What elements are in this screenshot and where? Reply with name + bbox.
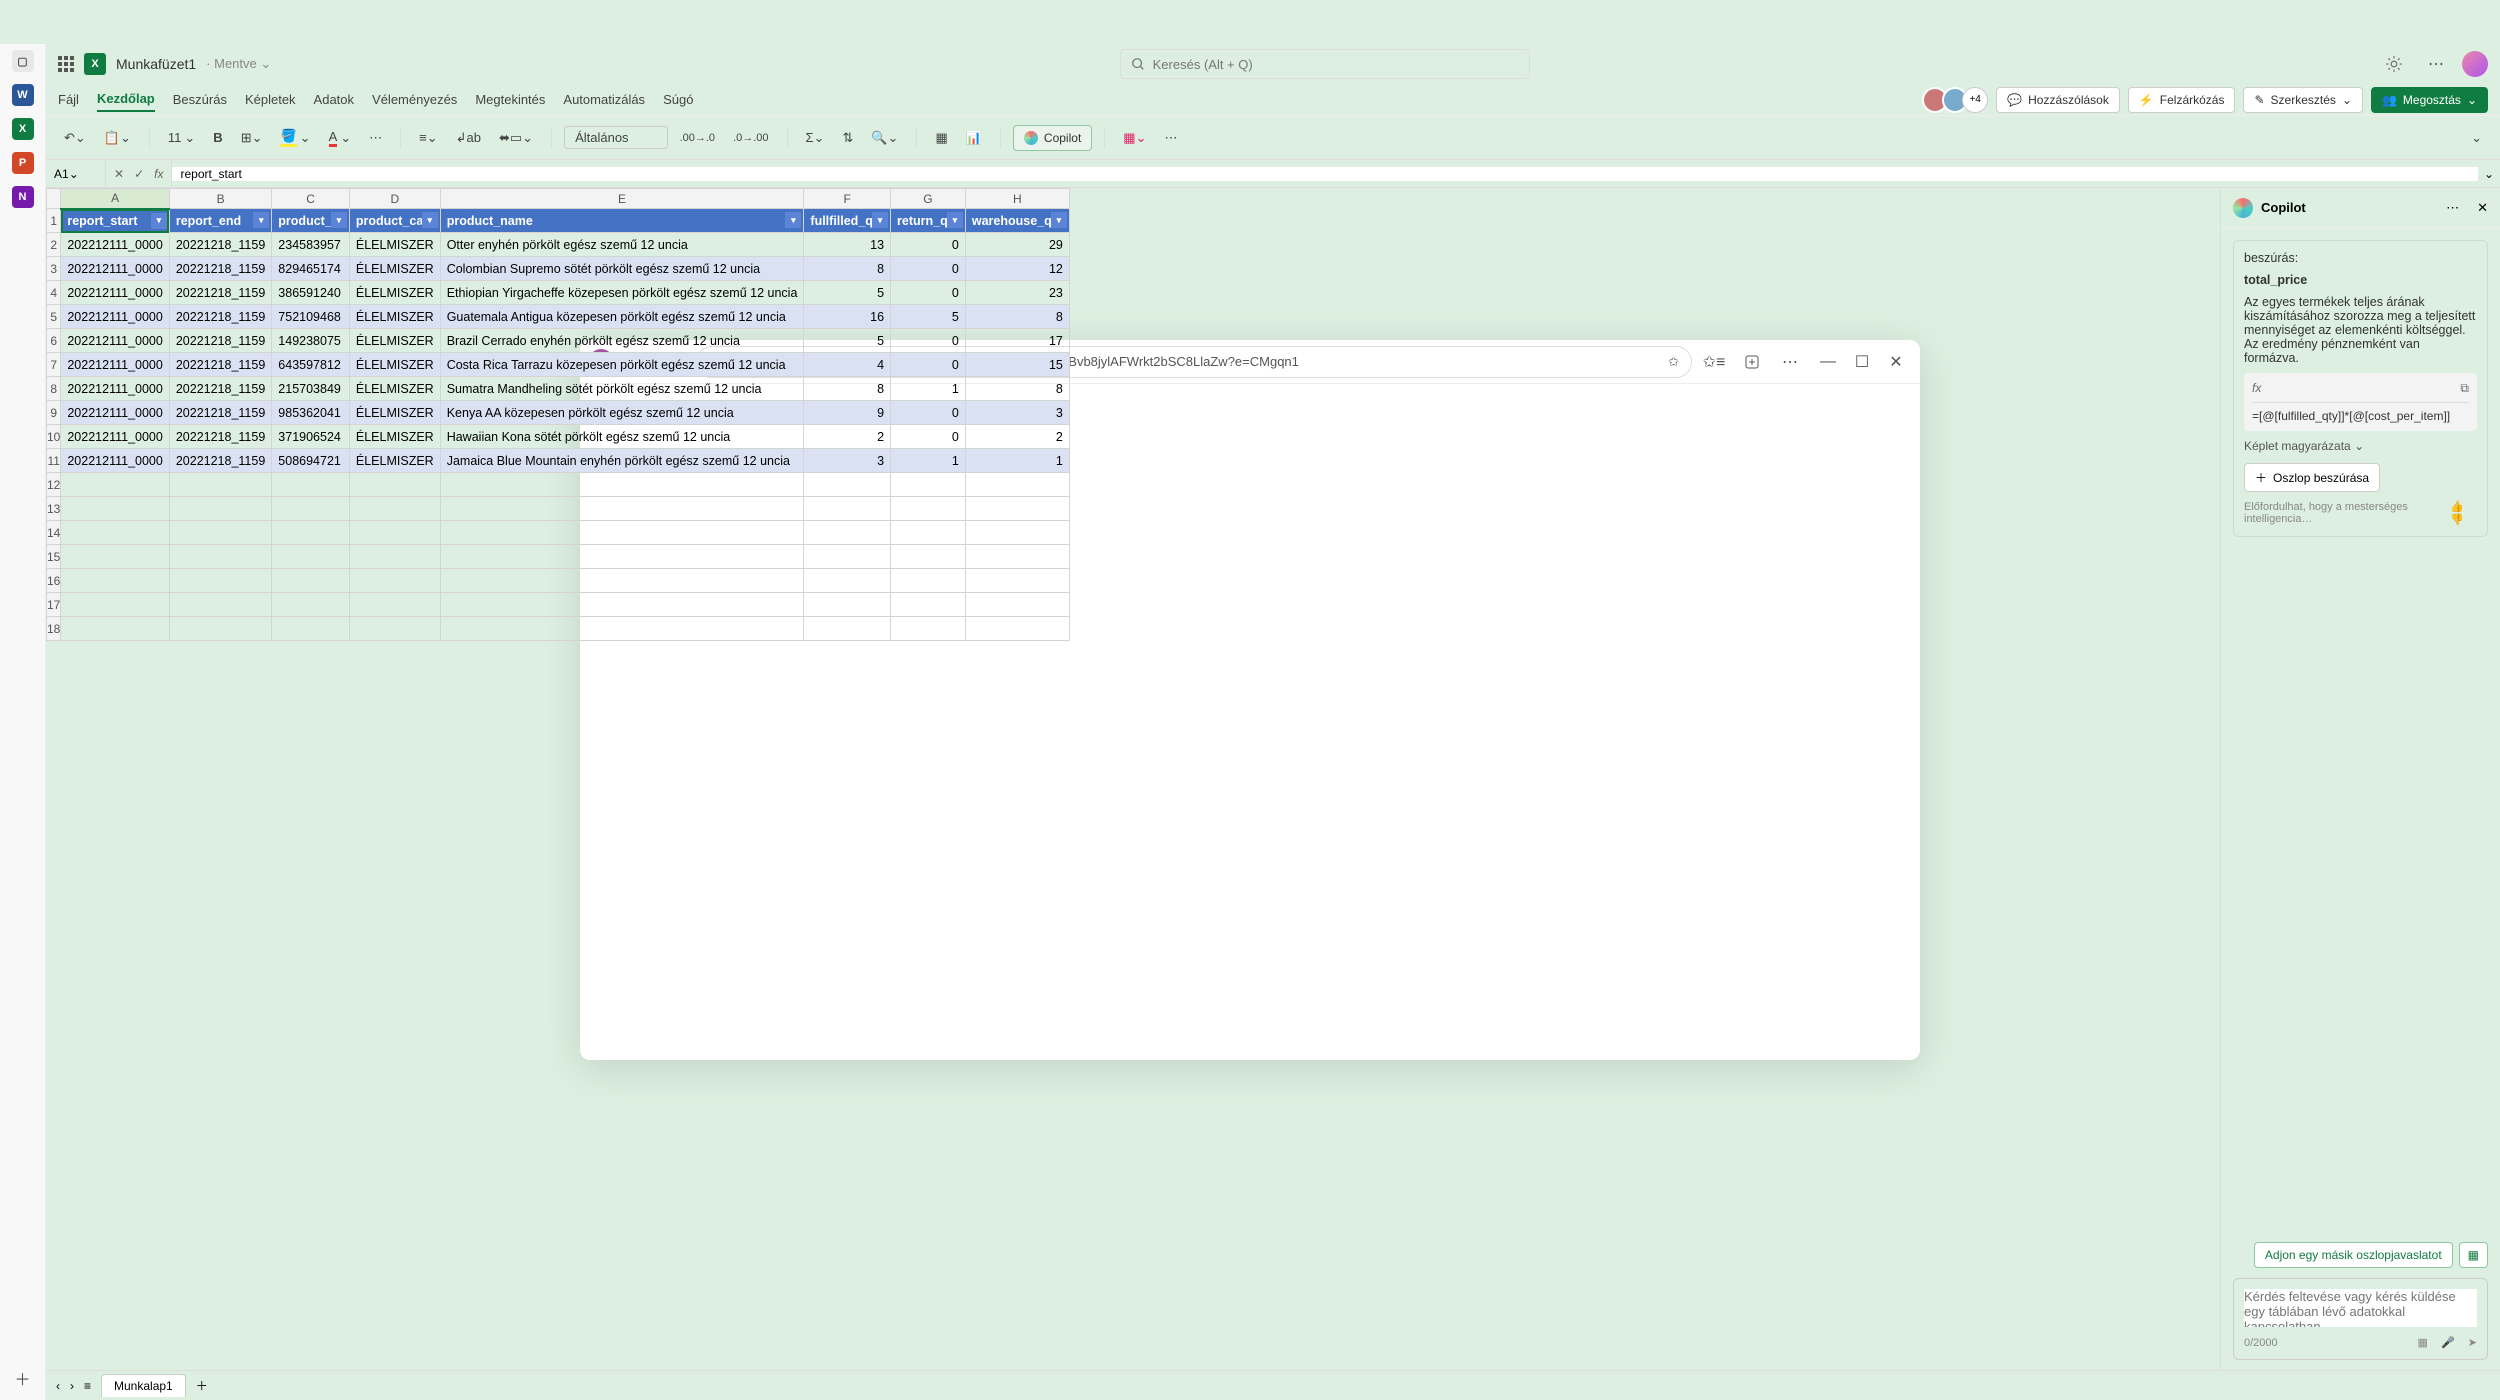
cell[interactable]: [891, 521, 966, 545]
cell[interactable]: 3: [965, 401, 1069, 425]
cell[interactable]: 1: [891, 449, 966, 473]
cell[interactable]: 4: [804, 353, 891, 377]
cell[interactable]: [804, 473, 891, 497]
cell[interactable]: [965, 473, 1069, 497]
cell[interactable]: 1: [965, 449, 1069, 473]
cell[interactable]: [580, 593, 804, 617]
cell[interactable]: 0: [891, 425, 966, 449]
cell[interactable]: [580, 473, 804, 497]
cell[interactable]: [891, 473, 966, 497]
cell[interactable]: [804, 545, 891, 569]
cell[interactable]: 0: [891, 340, 966, 353]
cell[interactable]: [580, 497, 804, 521]
cell[interactable]: [580, 521, 804, 545]
cell[interactable]: Sumatra Mandheling sötét pörkölt egész s…: [580, 377, 804, 401]
cell[interactable]: [965, 617, 1069, 641]
cell[interactable]: Jamaica Blue Mountain enyhén pörkölt egé…: [580, 449, 804, 473]
cell[interactable]: [891, 593, 966, 617]
cell[interactable]: 15: [965, 353, 1069, 377]
cell[interactable]: [804, 593, 891, 617]
cell[interactable]: [804, 617, 891, 641]
cell[interactable]: Kenya AA közepesen pörkölt egész szemű 1…: [580, 401, 804, 425]
cell[interactable]: [965, 521, 1069, 545]
cell[interactable]: 5: [804, 340, 891, 353]
cell[interactable]: [804, 521, 891, 545]
cell[interactable]: [891, 497, 966, 521]
cell[interactable]: 2: [804, 425, 891, 449]
cell[interactable]: [580, 545, 804, 569]
cell[interactable]: Costa Rica Tarrazu közepesen pörkölt egé…: [580, 353, 804, 377]
cell[interactable]: [580, 617, 804, 641]
cell[interactable]: 3: [804, 449, 891, 473]
cell[interactable]: 17: [965, 340, 1069, 353]
cell[interactable]: 0: [891, 353, 966, 377]
cell[interactable]: Hawaiian Kona sötét pörkölt egész szemű …: [580, 425, 804, 449]
cell[interactable]: [891, 569, 966, 593]
spreadsheet-grid[interactable]: ABCDEFGH1report_start▾report_end▾product…: [580, 340, 1920, 1060]
cell[interactable]: [965, 569, 1069, 593]
cell[interactable]: 9: [804, 401, 891, 425]
cell[interactable]: 8: [804, 377, 891, 401]
excel-app: X Munkafüzet1 · Mentve ⌄ Keresés (Alt + …: [580, 340, 1920, 1060]
cell[interactable]: 1: [891, 377, 966, 401]
cell[interactable]: Brazil Cerrado enyhén pörkölt egész szem…: [580, 340, 804, 353]
cell[interactable]: [580, 569, 804, 593]
cell[interactable]: 0: [891, 401, 966, 425]
browser-window: https://onedrive.live.com/:w:/t/EaCKkPs6…: [580, 340, 1920, 1060]
cell[interactable]: [965, 545, 1069, 569]
cell[interactable]: [891, 617, 966, 641]
cell[interactable]: [965, 497, 1069, 521]
cell[interactable]: [804, 497, 891, 521]
cell[interactable]: [891, 545, 966, 569]
cell[interactable]: [804, 569, 891, 593]
cell[interactable]: 8: [965, 377, 1069, 401]
cell[interactable]: [965, 593, 1069, 617]
cell[interactable]: 2: [965, 425, 1069, 449]
